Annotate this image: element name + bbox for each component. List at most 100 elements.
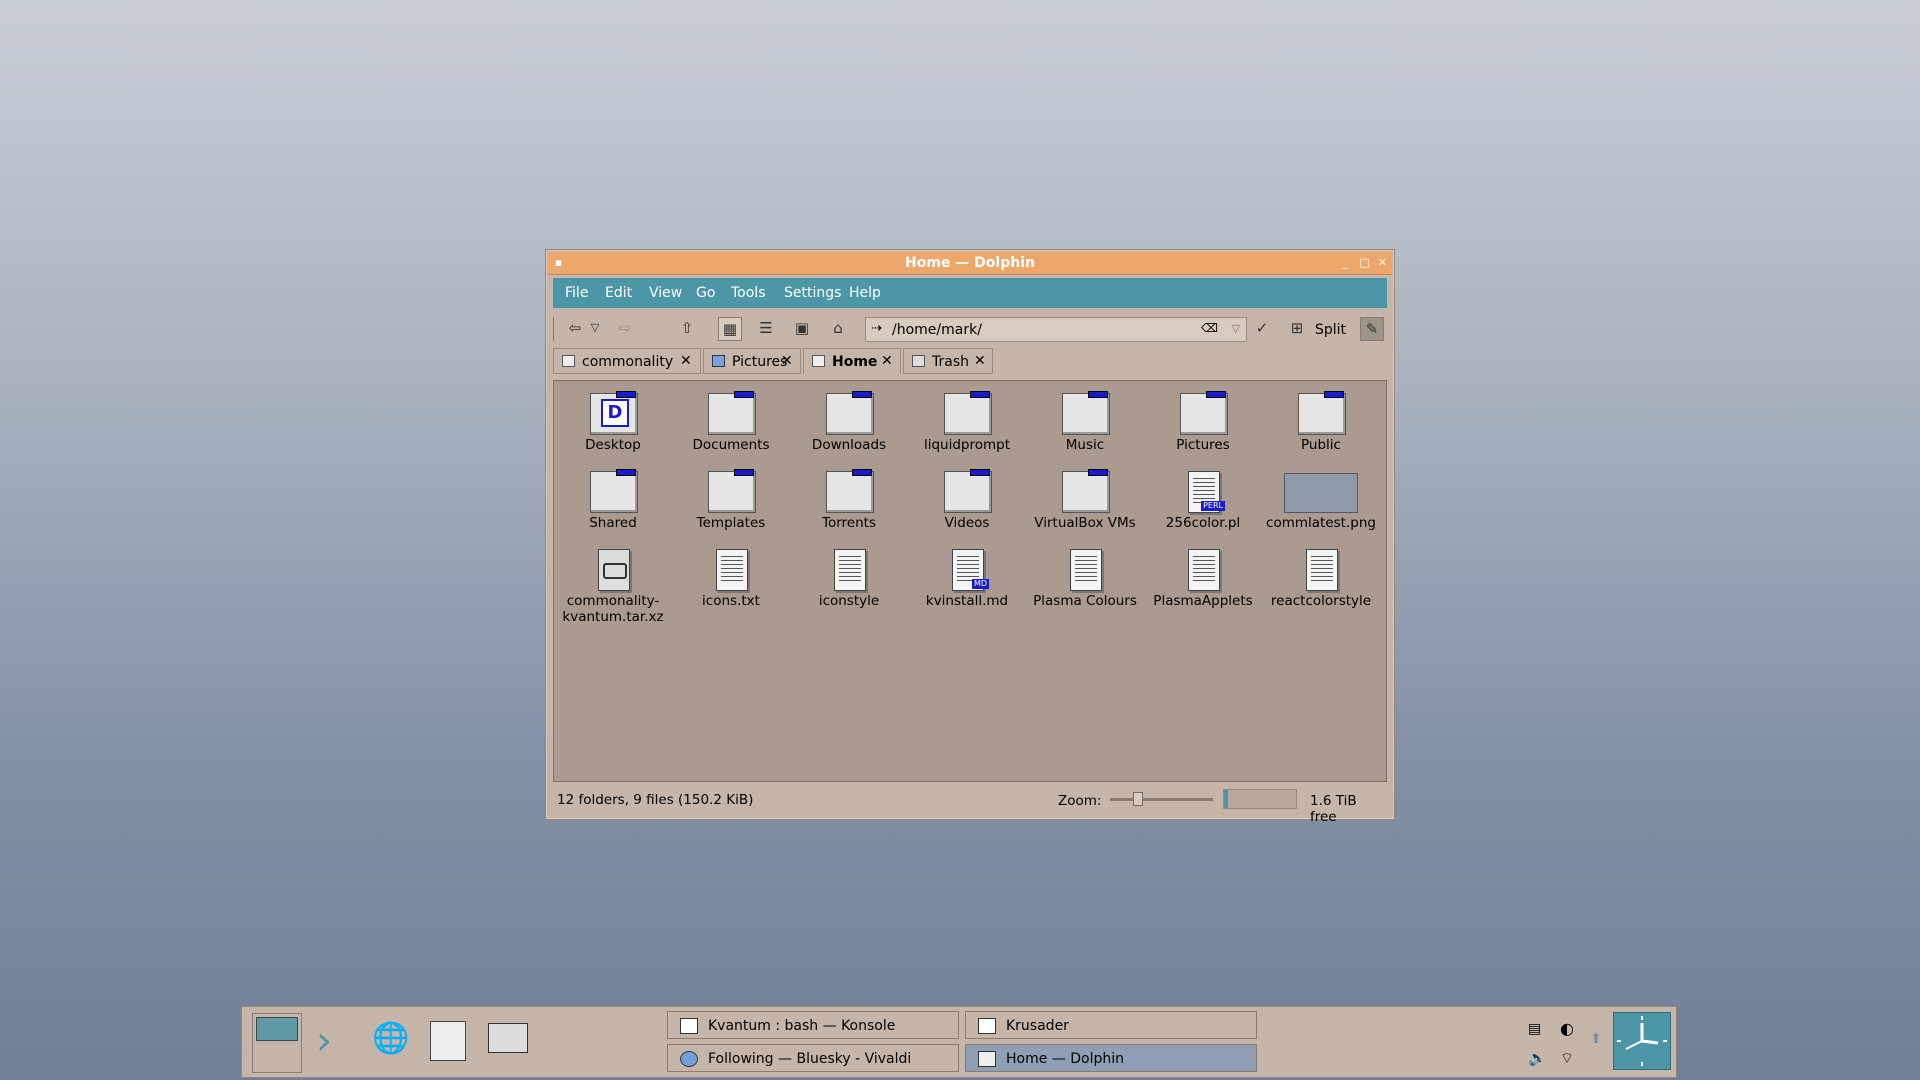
confirm-location-icon[interactable]: ✓ [1250,317,1274,341]
file-item[interactable]: Downloads [790,391,908,453]
details-view-icon[interactable]: ☰ [754,317,778,341]
tab-close-icon[interactable]: ✕ [781,353,793,369]
task-vivaldi[interactable]: Following — Bluesky - Vivaldi [667,1044,959,1072]
file-item[interactable]: MD kvinstall.md [908,547,1026,609]
file-item[interactable]: liquidprompt [908,391,1026,453]
tab-close-icon[interactable]: ✕ [680,353,692,369]
file-item[interactable]: Music [1026,391,1144,453]
maximize-icon[interactable]: □ [1357,256,1372,269]
task-konsole[interactable]: Kvantum : bash — Konsole [667,1011,959,1039]
tab-pictures[interactable]: Pictures ✕ [703,348,801,374]
dolphin-window: ▪ Home — Dolphin _ □ ✕ File Edit View Go… [545,249,1395,825]
folder-icon [1061,391,1110,435]
split-button[interactable]: Split [1315,322,1346,338]
file-item[interactable]: Documents [672,391,790,453]
desktop-1[interactable] [256,1017,298,1041]
toolbar: ⇦ ▽ ⇨ ⇧ ▦ ☰ ▣ ⌂ ⇢ ⌫ ▽ ✓ ⊞ Split ✎ [553,311,1387,345]
file-item[interactable]: icons.txt [672,547,790,609]
menu-edit[interactable]: Edit [605,285,632,301]
task-dolphin[interactable]: Home — Dolphin [965,1044,1257,1072]
title-bar[interactable]: ▪ Home — Dolphin _ □ ✕ [548,252,1392,275]
network-globe-icon[interactable]: 🌐 [372,1021,409,1056]
compact-view-icon[interactable]: ▣ [790,317,814,341]
menu-go[interactable]: Go [696,285,715,301]
zoom-slider-handle[interactable] [1133,792,1143,806]
clear-location-icon[interactable]: ⌫ [1201,321,1218,335]
menu-view[interactable]: View [649,285,682,301]
updates-icon[interactable]: ⬆ [1590,1031,1602,1047]
tab-close-icon[interactable]: ✕ [881,353,893,369]
file-item[interactable]: VirtualBox VMs [1026,469,1144,531]
brightness-icon[interactable]: ◐ [1560,1019,1574,1038]
up-icon[interactable]: ⇧ [675,317,699,341]
back-history-icon[interactable]: ▽ [583,317,607,341]
close-icon[interactable]: ✕ [1375,256,1390,269]
clock-widget[interactable] [1613,1012,1671,1070]
tab-trash[interactable]: Trash ✕ [903,348,993,374]
browser-icon [680,1051,698,1067]
clipboard-icon[interactable]: ▤ [1528,1021,1541,1037]
file-item[interactable]: reactcolorstyle [1262,547,1380,609]
zoom-slider-track[interactable] [1110,792,1213,806]
tab-commonality[interactable]: commonality ✕ [553,348,701,374]
image-file-icon [1284,469,1358,513]
file-item[interactable]: Torrents [790,469,908,531]
app-launcher-icon[interactable]: › [316,1021,332,1061]
tab-close-icon[interactable]: ✕ [974,353,986,369]
file-item-label: Shared [589,515,637,531]
icons-view-icon[interactable]: ▦ [718,317,742,341]
wifi-icon[interactable]: ⌔ [1560,1049,1574,1068]
tab-home[interactable]: Home ✕ [803,348,901,374]
file-item[interactable]: iconstyle [790,547,908,609]
toolbar-handle[interactable] [553,317,556,341]
file-manager-icon[interactable] [430,1021,466,1061]
file-view[interactable]: D Desktop Documents Downloads liquidprompt Mu… [553,380,1387,782]
file-item[interactable]: PlasmaApplets [1144,547,1262,609]
file-item-label: Torrents [822,515,876,531]
trash-icon [912,355,925,367]
terminal-icon [680,1018,698,1034]
file-item[interactable]: Shared [554,469,672,531]
file-item-label: commlatest.png [1266,515,1376,531]
file-item[interactable]: commonality-kvantum.tar.xz [554,547,672,625]
minimize-icon[interactable]: _ [1337,256,1352,269]
task-krusader[interactable]: Krusader [965,1011,1257,1039]
file-item[interactable]: commlatest.png [1262,469,1380,531]
folder-icon [707,469,756,513]
file-item-label: Desktop [585,437,641,453]
status-bar: 12 folders, 9 files (150.2 KiB) Zoom: 1.… [553,786,1387,825]
tab-label: Trash [932,354,969,370]
menu-settings[interactable]: Settings [784,285,841,301]
file-item[interactable]: Plasma Colours [1026,547,1144,609]
menu-file[interactable]: File [565,285,588,301]
file-item-label: liquidprompt [923,437,1011,453]
location-input[interactable] [892,322,1192,338]
file-item-label: Plasma Colours [1033,593,1137,609]
location-mode-icon[interactable]: ⌂ [826,317,850,341]
menu-tools[interactable]: Tools [731,285,766,301]
zoom-label: Zoom: [1058,793,1102,809]
terminal-icon[interactable] [488,1023,528,1053]
folder-icon [707,391,756,435]
text-file-icon [1297,547,1345,591]
file-item[interactable]: Public [1262,391,1380,453]
file-item[interactable]: PERL 256color.pl [1144,469,1262,531]
file-item-label: kvinstall.md [925,593,1009,609]
file-item[interactable]: Templates [672,469,790,531]
file-item[interactable]: D Desktop [554,391,672,453]
split-icon[interactable]: ⊞ [1285,317,1309,341]
clear-brush-icon[interactable]: ✎ [1360,317,1384,341]
pager-icon[interactable] [252,1013,302,1073]
file-item-label: reactcolorstyle [1270,593,1372,609]
clock-face-icon [1617,1016,1667,1066]
task-label: Kvantum : bash — Konsole [708,1018,896,1034]
file-item[interactable]: Videos [908,469,1026,531]
file-type-badge: PERL [1201,501,1225,511]
volume-icon[interactable]: 🔈 [1528,1049,1547,1067]
location-bar[interactable]: ⇢ ⌫ ▽ [865,317,1247,342]
menu-help[interactable]: Help [849,285,881,301]
location-dropdown-icon[interactable]: ▽ [1232,322,1240,335]
folder-icon [562,355,575,367]
forward-icon[interactable]: ⇨ [613,317,637,341]
file-item[interactable]: Pictures [1144,391,1262,453]
